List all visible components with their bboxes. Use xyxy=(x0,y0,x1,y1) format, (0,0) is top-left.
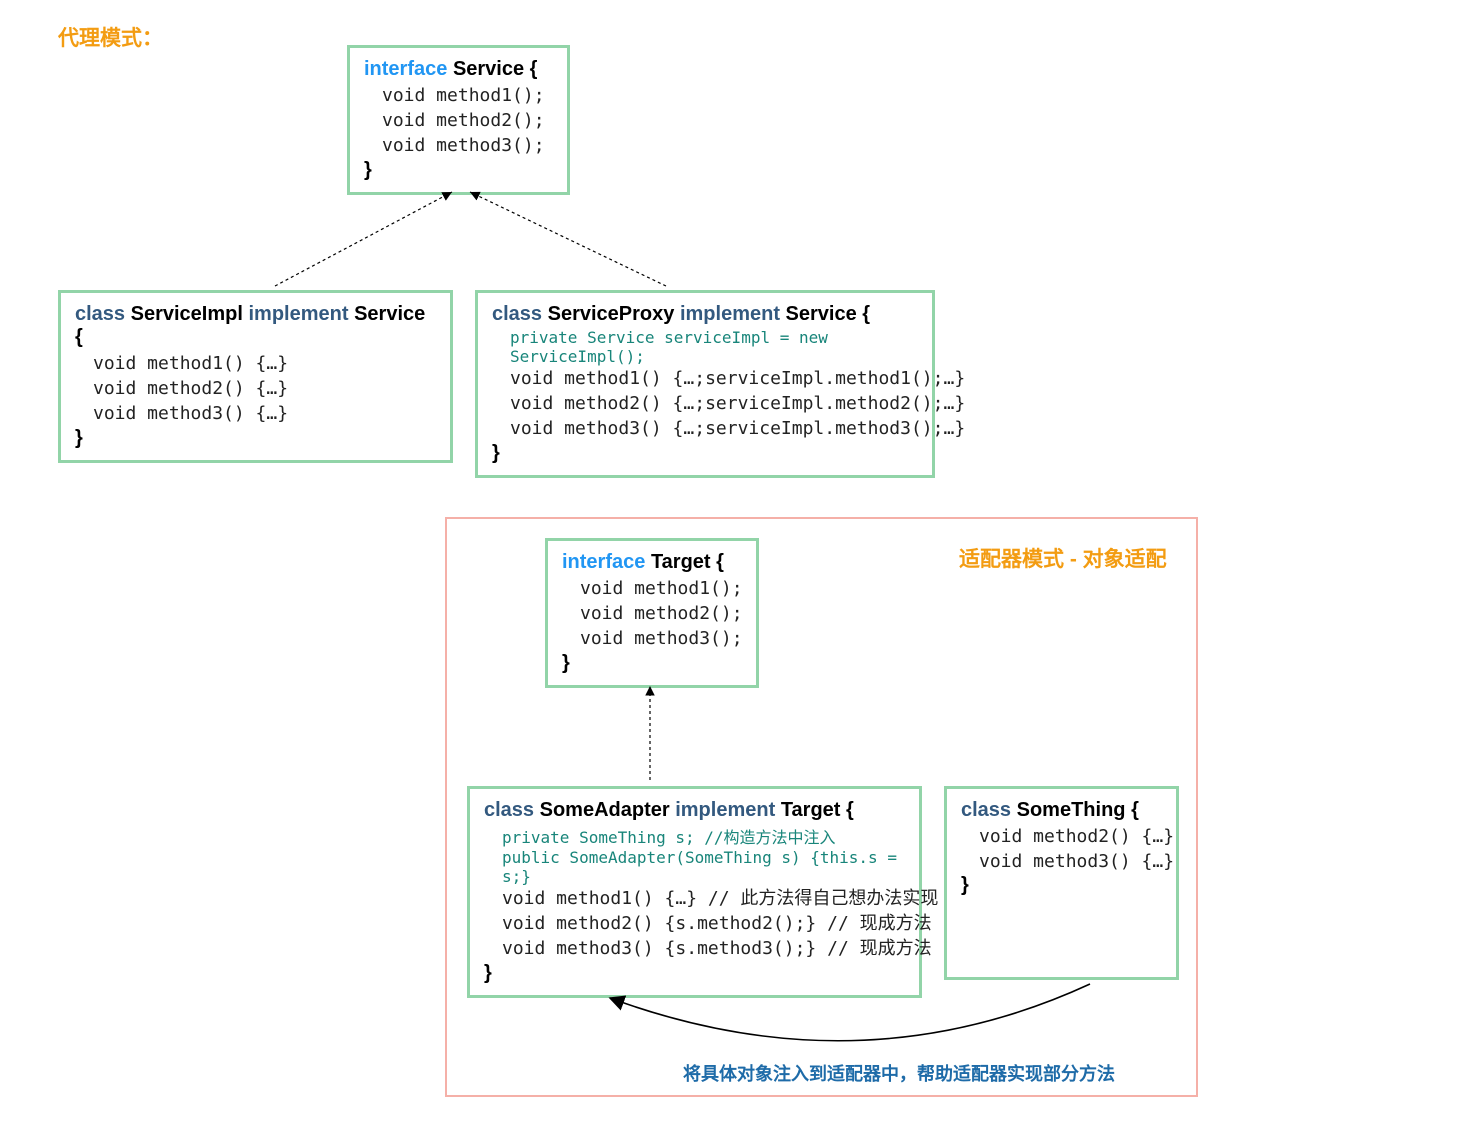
class-keyword: class xyxy=(75,303,125,325)
impl-target: Target { xyxy=(781,799,854,821)
something-name: SomeThing { xyxy=(1017,799,1139,821)
code-line: void method3() {…;serviceImpl.method3();… xyxy=(492,416,918,441)
proxy-to-service-arrow xyxy=(456,186,676,296)
code-line: void method1() {…} // 此方法得自己想办法实现 xyxy=(484,886,905,911)
serviceimpl-name: ServiceImpl xyxy=(131,303,249,325)
interface-keyword: interface xyxy=(562,551,645,573)
code-line: void method1(); xyxy=(562,576,742,601)
class-keyword: class xyxy=(484,799,534,821)
proxy-title: 代理模式： xyxy=(58,22,163,52)
close-brace: } xyxy=(961,874,1162,897)
implement-keyword: implement xyxy=(680,303,780,325)
class-keyword: class xyxy=(492,303,542,325)
interface-keyword: interface xyxy=(364,58,447,80)
constructor: public SomeAdapter(SomeThing s) {this.s … xyxy=(484,848,905,886)
code-line: void method1() {…} xyxy=(75,351,436,376)
close-brace: } xyxy=(562,652,742,675)
serviceproxy-name: ServiceProxy xyxy=(548,303,680,325)
target-box: interface Target { void method1(); void … xyxy=(545,538,759,688)
code-line: void method3(); xyxy=(562,626,742,651)
implement-keyword: implement xyxy=(675,799,775,821)
service-box: interface Service { void method1(); void… xyxy=(347,45,570,195)
serviceproxy-box: class ServiceProxy implement Service { p… xyxy=(475,290,935,478)
someadapter-name: SomeAdapter xyxy=(540,799,676,821)
code-line: void method2(); xyxy=(364,108,553,133)
impl-to-service-arrow xyxy=(265,186,475,296)
serviceimpl-box: class ServiceImpl implement Service { vo… xyxy=(58,290,453,463)
service-name: Service { xyxy=(453,58,538,80)
something-box: class SomeThing { void method2() {…} voi… xyxy=(944,786,1179,980)
code-line: void method3() {…} xyxy=(961,849,1162,874)
private-field: private SomeThing s; //构造方法中注入 xyxy=(484,824,905,848)
code-line: void method3(); xyxy=(364,133,553,158)
target-name: Target { xyxy=(651,551,724,573)
code-line: void method1() {…;serviceImpl.method1();… xyxy=(492,366,918,391)
close-brace: } xyxy=(484,962,905,985)
impl-target: Service { xyxy=(786,303,871,325)
code-line: void method2() {…} xyxy=(961,824,1162,849)
close-brace: } xyxy=(75,427,436,450)
class-keyword: class xyxy=(961,799,1011,821)
footer-text: 将具体对象注入到适配器中，帮助适配器实现部分方法 xyxy=(683,1060,1115,1086)
code-line: void method1(); xyxy=(364,83,553,108)
code-line: void method3() {s.method3();} // 现成方法 xyxy=(484,936,905,961)
code-line: void method3() {…} xyxy=(75,401,436,426)
code-line: void method2() {s.method2();} // 现成方法 xyxy=(484,911,905,936)
adapter-title: 适配器模式 - 对象适配 xyxy=(959,543,1167,573)
code-line: void method2() {…;serviceImpl.method2();… xyxy=(492,391,918,416)
private-field: private Service serviceImpl = new Servic… xyxy=(492,328,918,366)
close-brace: } xyxy=(492,442,918,465)
code-line: void method2(); xyxy=(562,601,742,626)
implement-keyword: implement xyxy=(248,303,348,325)
close-brace: } xyxy=(364,159,553,182)
code-line: void method2() {…} xyxy=(75,376,436,401)
someadapter-box: class SomeAdapter implement Target { pri… xyxy=(467,786,922,998)
